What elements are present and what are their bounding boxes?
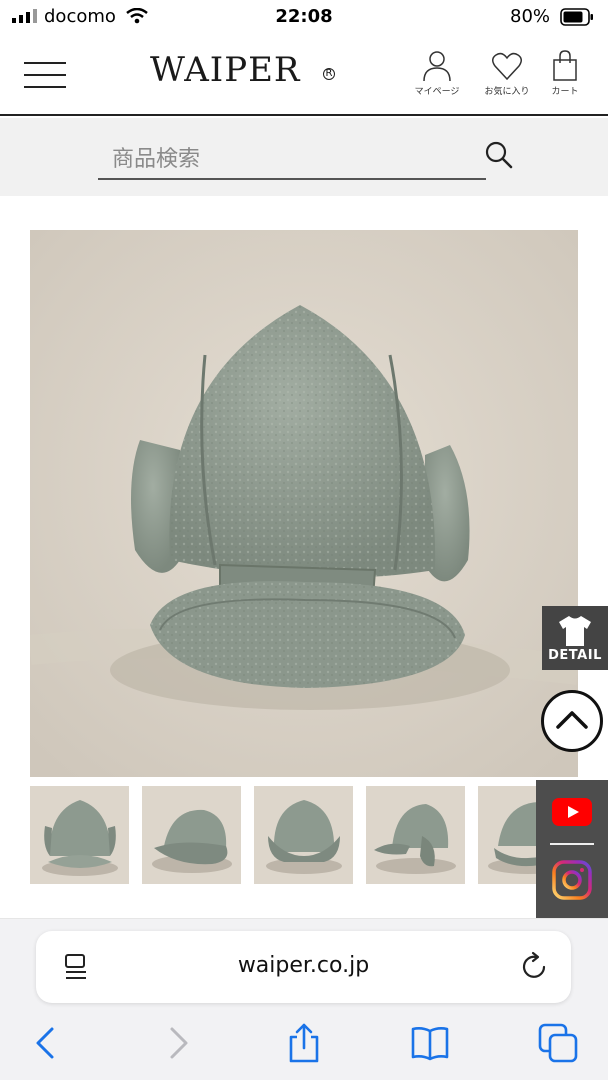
site-header: WAIPER R マイページ お気に入り カート <box>0 36 608 116</box>
youtube-icon[interactable] <box>552 798 592 826</box>
status-bar: docomo 22:08 80% <box>0 0 608 36</box>
search-icon[interactable] <box>484 140 514 170</box>
chevron-up-icon <box>556 711 588 729</box>
product-main-image[interactable] <box>30 230 578 777</box>
heart-icon <box>492 52 522 81</box>
favorites-label: お気に入り <box>484 87 530 97</box>
site-logo[interactable]: WAIPER <box>150 50 301 90</box>
favorites-link[interactable]: お気に入り <box>474 50 540 100</box>
detail-label: DETAIL <box>548 648 602 663</box>
thumbnail-2[interactable] <box>142 786 241 884</box>
back-to-top-button[interactable] <box>541 690 603 752</box>
back-icon[interactable] <box>26 1023 66 1063</box>
mypage-label: マイページ <box>414 87 460 97</box>
thumbnail-1[interactable] <box>30 786 129 884</box>
social-links <box>536 780 608 918</box>
tabs-icon[interactable] <box>538 1023 578 1063</box>
battery-icon <box>560 8 593 26</box>
browser-toolbar: waiper.co.jp <box>0 919 608 1080</box>
detail-button[interactable]: DETAIL <box>542 606 608 670</box>
search-input[interactable] <box>98 140 486 180</box>
thumbnail-4[interactable] <box>366 786 465 884</box>
social-divider <box>550 843 594 845</box>
cart-icon <box>553 50 577 81</box>
thumbnail-strip <box>30 786 608 884</box>
address-bar[interactable]: waiper.co.jp <box>36 931 571 1003</box>
menu-icon[interactable] <box>24 60 66 92</box>
thumbnail-3[interactable] <box>254 786 353 884</box>
tshirt-icon <box>559 616 591 646</box>
cart-label: カート <box>551 87 579 97</box>
share-icon[interactable] <box>284 1023 324 1063</box>
url-text: waiper.co.jp <box>237 953 370 978</box>
cap-photo <box>30 230 578 777</box>
forward-icon[interactable] <box>158 1023 198 1063</box>
person-icon <box>423 51 451 82</box>
registered-mark: R <box>323 68 335 80</box>
reload-icon[interactable] <box>520 951 550 981</box>
cart-link[interactable]: カート <box>532 50 598 100</box>
instagram-icon[interactable] <box>552 860 592 900</box>
search-bar <box>0 118 608 196</box>
mypage-link[interactable]: マイページ <box>404 50 470 100</box>
battery-percent: 80% <box>510 6 551 27</box>
bookmarks-icon[interactable] <box>410 1023 450 1063</box>
